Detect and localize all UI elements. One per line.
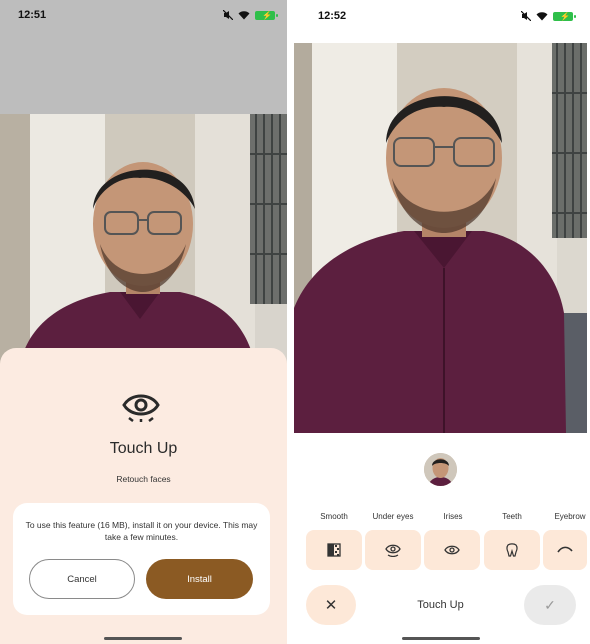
wifi-icon [536, 12, 548, 21]
tool-label-under-eyes: Under eyes [372, 512, 414, 521]
check-icon: ✓ [544, 596, 556, 613]
eye-icon [122, 394, 160, 422]
eye-icon [444, 545, 460, 555]
under-eye-icon [385, 544, 401, 557]
eyebrow-icon [557, 546, 573, 553]
status-time: 12:51 [18, 9, 47, 21]
selfie-photo-editor [294, 43, 587, 433]
tool-labels-row: Smooth Under eyes Irises Teeth Eyebrow [294, 512, 587, 524]
install-button[interactable]: Install [146, 559, 253, 599]
tool-label-eyebrow: Eyebrow [554, 512, 586, 521]
install-message: To use this feature (16 MB), install it … [25, 520, 258, 542]
irises-tool-button[interactable] [424, 530, 480, 570]
selfie-photo-preview [0, 114, 287, 364]
eyebrow-tool-button[interactable] [543, 530, 587, 570]
home-indicator[interactable] [104, 637, 182, 640]
tool-label-irises: Irises [443, 512, 463, 521]
status-bar: 12:51 ⚡ [0, 0, 287, 30]
editor-bottom-bar: ✕ Touch Up ✓ [294, 585, 587, 627]
cancel-button[interactable]: Cancel [29, 559, 135, 599]
right-phone-screen: 12:52 ⚡ Smooth Under eyes Irises Teeth E… [294, 0, 587, 644]
battery-icon: ⚡ [255, 10, 278, 20]
smooth-tool-button[interactable] [306, 530, 362, 570]
apply-button[interactable]: ✓ [524, 585, 576, 625]
mute-icon [521, 11, 531, 21]
left-phone-screen: 12:51 ⚡ Touch Up Retouch faces To use th… [0, 0, 287, 644]
mute-icon [223, 10, 233, 20]
system-icons: ⚡ [521, 11, 576, 21]
tooth-icon [506, 543, 518, 557]
battery-icon: ⚡ [553, 11, 576, 21]
status-time: 12:52 [318, 10, 347, 22]
under-eyes-tool-button[interactable] [365, 530, 421, 570]
touch-up-tools [294, 530, 587, 570]
home-indicator[interactable] [402, 637, 480, 640]
detected-face-thumbnail[interactable] [424, 453, 457, 486]
install-card: To use this feature (16 MB), install it … [13, 503, 270, 615]
system-icons: ⚡ [223, 10, 278, 20]
tool-label-teeth: Teeth [502, 512, 522, 521]
teeth-tool-button[interactable] [484, 530, 540, 570]
screenshot-pair: 12:51 ⚡ Touch Up Retouch faces To use th… [0, 0, 590, 644]
smooth-gradient-icon [327, 543, 341, 557]
install-bottom-sheet: Touch Up Retouch faces To use this featu… [0, 348, 287, 644]
screen-divider [287, 0, 294, 644]
sheet-subtitle: Retouch faces [116, 474, 171, 484]
sheet-title: Touch Up [109, 440, 178, 457]
tool-label-smooth: Smooth [320, 512, 348, 521]
wifi-icon [238, 11, 250, 20]
status-bar: 12:52 ⚡ [294, 0, 587, 32]
